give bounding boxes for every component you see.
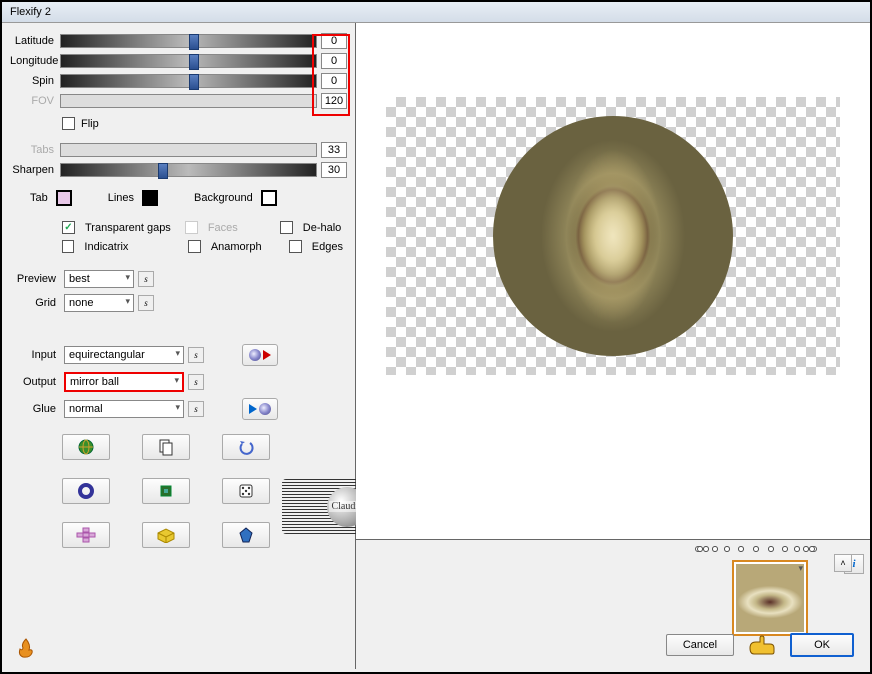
preview-label: Preview bbox=[10, 273, 60, 285]
input-s-button[interactable]: s bbox=[188, 347, 204, 363]
pages-button[interactable] bbox=[142, 434, 190, 460]
titlebar: Flexify 2 bbox=[2, 2, 870, 23]
play-blue-icon bbox=[249, 404, 257, 414]
spin-slider[interactable] bbox=[60, 74, 317, 88]
latitude-value[interactable]: 0 bbox=[321, 33, 347, 49]
anamorph-label: Anamorph bbox=[211, 241, 262, 253]
lines-color-swatch[interactable] bbox=[142, 190, 158, 206]
longitude-value[interactable]: 0 bbox=[321, 53, 347, 69]
longitude-slider[interactable] bbox=[60, 54, 317, 68]
collapse-button[interactable]: ˄ bbox=[834, 554, 852, 572]
ring-icon bbox=[77, 482, 95, 500]
dehalo-label: De-halo bbox=[303, 222, 342, 234]
tabs-value[interactable]: 33 bbox=[321, 142, 347, 158]
chip-button[interactable] bbox=[142, 478, 190, 504]
transparent-gaps-label: Transparent gaps bbox=[85, 222, 171, 234]
fire-icon bbox=[15, 637, 37, 659]
checker-background bbox=[386, 97, 840, 375]
fov-label: FOV bbox=[10, 95, 60, 107]
window-title: Flexify 2 bbox=[10, 6, 51, 18]
dice-button[interactable] bbox=[222, 478, 270, 504]
brick-icon bbox=[156, 527, 176, 543]
faces-checkbox bbox=[185, 221, 198, 234]
edges-checkbox[interactable] bbox=[289, 240, 301, 253]
grid-label: Grid bbox=[10, 297, 60, 309]
brick-button[interactable] bbox=[142, 522, 190, 548]
plus-button[interactable] bbox=[62, 522, 110, 548]
glue-s-button[interactable]: s bbox=[188, 401, 204, 417]
disc-icon-2 bbox=[259, 403, 271, 415]
flip-label: Flip bbox=[81, 118, 99, 130]
ok-button[interactable]: OK bbox=[790, 633, 854, 657]
input-select[interactable]: equirectangular bbox=[64, 346, 184, 364]
grid-s-button[interactable]: s bbox=[138, 295, 154, 311]
globe-icon bbox=[77, 438, 95, 456]
globe-button[interactable] bbox=[62, 434, 110, 460]
undo-icon bbox=[237, 438, 255, 456]
fov-slider bbox=[60, 94, 317, 108]
latitude-label: Latitude bbox=[10, 35, 60, 47]
disc-icon bbox=[249, 349, 261, 361]
indicatrix-label: Indicatrix bbox=[84, 241, 128, 253]
output-select[interactable]: mirror ball bbox=[64, 372, 184, 392]
bg-color-label: Background bbox=[194, 192, 253, 204]
edges-label: Edges bbox=[312, 241, 343, 253]
tab-color-swatch[interactable] bbox=[56, 190, 72, 206]
dice-icon bbox=[237, 482, 255, 500]
gem-icon bbox=[237, 526, 255, 544]
dehalo-checkbox[interactable] bbox=[280, 221, 293, 234]
cancel-button[interactable]: Cancel bbox=[666, 634, 734, 656]
tabs-label: Tabs bbox=[10, 144, 60, 156]
plus-icon bbox=[76, 526, 96, 544]
longitude-label: Longitude bbox=[10, 55, 60, 67]
rec-play-button[interactable] bbox=[242, 344, 278, 366]
ring-button[interactable] bbox=[62, 478, 110, 504]
lines-color-label: Lines bbox=[108, 192, 134, 204]
transparent-gaps-checkbox[interactable]: ✓ bbox=[62, 221, 75, 234]
indicatrix-checkbox[interactable] bbox=[62, 240, 74, 253]
play-red-icon bbox=[263, 350, 271, 360]
fov-value[interactable]: 120 bbox=[321, 93, 347, 109]
faces-label: Faces bbox=[208, 222, 238, 234]
anamorph-checkbox[interactable] bbox=[188, 240, 200, 253]
glue-label: Glue bbox=[10, 403, 60, 415]
spin-label: Spin bbox=[10, 75, 60, 87]
glue-select[interactable]: normal bbox=[64, 400, 184, 418]
tab-color-label: Tab bbox=[30, 192, 48, 204]
preview-sphere bbox=[493, 116, 733, 356]
sharpen-slider[interactable] bbox=[60, 163, 317, 177]
latitude-slider[interactable] bbox=[60, 34, 317, 48]
output-label: Output bbox=[10, 376, 60, 388]
preview-area[interactable] bbox=[356, 23, 870, 539]
bg-color-swatch[interactable] bbox=[261, 190, 277, 206]
flip-checkbox[interactable] bbox=[62, 117, 75, 130]
sharpen-value[interactable]: 30 bbox=[321, 162, 347, 178]
left-panel: Latitude 0 Longitude 0 Spin 0 FOV 120 bbox=[2, 23, 356, 669]
tabs-slider bbox=[60, 143, 317, 157]
chip-icon bbox=[157, 482, 175, 500]
gem-button[interactable] bbox=[222, 522, 270, 548]
spin-value[interactable]: 0 bbox=[321, 73, 347, 89]
preview-select[interactable]: best bbox=[64, 270, 134, 288]
preview-s-button[interactable]: s bbox=[138, 271, 154, 287]
pointing-hand-icon bbox=[748, 634, 776, 656]
input-label: Input bbox=[10, 349, 60, 361]
grid-select[interactable]: none bbox=[64, 294, 134, 312]
play-disc-button[interactable] bbox=[242, 398, 278, 420]
fire-button[interactable] bbox=[14, 636, 38, 660]
undo-button[interactable] bbox=[222, 434, 270, 460]
sharpen-label: Sharpen bbox=[10, 164, 60, 176]
output-s-button[interactable]: s bbox=[188, 374, 204, 390]
thumbnail-selected[interactable] bbox=[732, 560, 808, 636]
pages-icon bbox=[157, 438, 175, 456]
